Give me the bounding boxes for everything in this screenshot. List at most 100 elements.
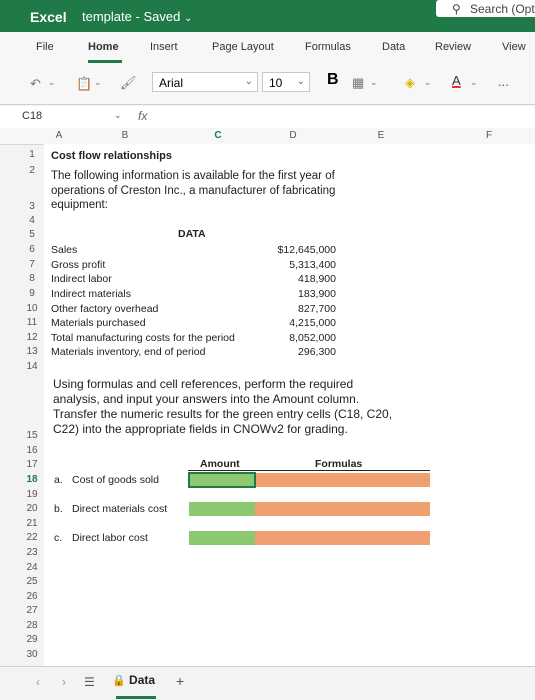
intro-text-line: operations of Creston Inc., a manufactur… — [51, 185, 336, 197]
save-status: Saved — [143, 9, 181, 24]
row-header[interactable]: 8 — [22, 273, 42, 284]
amount-entry-cell-c20[interactable] — [189, 502, 255, 516]
row-header[interactable]: 14 — [22, 361, 42, 372]
intro-text-line: The following information is available f… — [51, 170, 335, 182]
row-header[interactable]: 9 — [22, 288, 42, 299]
formula-cell[interactable] — [255, 531, 430, 545]
row-header[interactable]: 24 — [22, 562, 42, 573]
chevron-down-icon[interactable]: ⌄ — [370, 77, 378, 88]
tab-insert[interactable]: Insert — [150, 41, 178, 53]
column-header-b[interactable]: B — [110, 130, 140, 141]
tab-data[interactable]: Data — [382, 41, 405, 53]
amount-entry-cell-c22[interactable] — [189, 531, 255, 545]
lock-icon: 🔒 — [112, 675, 126, 687]
chevron-down-icon[interactable]: ⌄ — [114, 110, 122, 121]
question-label: Direct materials cost — [72, 503, 168, 515]
row-header[interactable]: 19 — [22, 489, 42, 500]
row-header[interactable]: 25 — [22, 576, 42, 587]
document-title: template — [82, 9, 132, 24]
formula-bar: C18 ⌄ fx — [0, 106, 535, 129]
data-label: Gross profit — [51, 259, 106, 271]
sheet-title: Cost flow relationships — [51, 150, 173, 162]
search-placeholder: Search (Opt — [470, 2, 535, 16]
instructions-line: Using formulas and cell references, perf… — [53, 377, 354, 391]
column-header-d[interactable]: D — [278, 130, 308, 141]
instructions-line: C22) into the appropriate fields in CNOW… — [53, 422, 348, 436]
tab-formulas[interactable]: Formulas — [305, 41, 351, 53]
row-header[interactable]: 20 — [22, 503, 42, 514]
tab-view[interactable]: View — [502, 41, 526, 53]
question-label: Direct labor cost — [72, 532, 148, 544]
row-header[interactable]: 13 — [22, 346, 42, 357]
column-header-e[interactable]: E — [366, 130, 396, 141]
row-header[interactable]: 18 — [22, 474, 42, 485]
row-header[interactable]: 22 — [22, 532, 42, 543]
row-header[interactable]: 16 — [22, 445, 42, 456]
column-headers: A B C D E F — [0, 128, 535, 145]
formula-cell[interactable] — [255, 473, 430, 487]
header-underline — [188, 470, 430, 471]
column-header-a[interactable]: A — [44, 130, 74, 141]
chevron-down-icon[interactable]: ⌄ — [48, 77, 56, 88]
row-header[interactable]: 5 — [22, 229, 42, 240]
sheet-tab-data[interactable]: 🔒 Data — [112, 673, 155, 687]
chevron-right-icon[interactable]: › — [62, 675, 66, 689]
row-header[interactable]: 10 — [22, 303, 42, 314]
intro-text-line: equipment: — [51, 199, 108, 211]
row-header[interactable]: 26 — [22, 591, 42, 602]
font-size-select[interactable]: 10 ⌄ — [262, 72, 310, 92]
fill-color-icon[interactable]: ◈ — [405, 75, 415, 91]
name-box[interactable]: C18 — [22, 110, 42, 122]
chevron-down-icon: ⌄ — [296, 76, 305, 87]
undo-icon[interactable]: ↶ — [30, 76, 41, 92]
column-header-c[interactable]: C — [203, 130, 233, 141]
chevron-down-icon[interactable]: ⌄ — [470, 77, 478, 88]
add-sheet-button[interactable]: + — [176, 673, 184, 689]
row-header[interactable]: 29 — [22, 634, 42, 645]
row-header[interactable]: 23 — [22, 547, 42, 558]
search-box[interactable]: ⚲ Search (Opt — [436, 0, 535, 17]
chevron-down-icon[interactable]: ⌄ — [424, 77, 432, 88]
borders-icon[interactable]: ▦ — [352, 75, 364, 91]
bold-button[interactable]: B — [327, 71, 339, 89]
column-header-f[interactable]: F — [474, 130, 504, 141]
title-bar: Excel template - Saved ⌄ ⚲ Search (Opt — [0, 0, 535, 32]
data-value: 418,900 — [298, 273, 336, 285]
amount-header: Amount — [200, 458, 240, 470]
chevron-left-icon[interactable]: ‹ — [36, 675, 40, 689]
row-header[interactable]: 21 — [22, 518, 42, 529]
clipboard-icon[interactable]: 📋 — [76, 76, 92, 92]
tab-file[interactable]: File — [36, 41, 54, 53]
row-header[interactable]: 28 — [22, 620, 42, 631]
question-letter: c. — [54, 532, 63, 544]
row-header[interactable]: 12 — [22, 332, 42, 343]
tab-page-layout[interactable]: Page Layout — [212, 41, 274, 53]
format-painter-icon[interactable]: 🖌 — [120, 75, 137, 91]
document-title-area[interactable]: template - Saved ⌄ — [82, 9, 192, 24]
font-name-select[interactable]: Arial ⌄ — [152, 72, 258, 92]
row-header[interactable]: 4 — [22, 215, 42, 226]
sheet-list-icon[interactable]: ☰ — [84, 675, 95, 689]
app-name: Excel — [30, 9, 67, 25]
formula-cell[interactable] — [255, 502, 430, 516]
row-header[interactable]: 15 — [22, 430, 42, 441]
data-label: Indirect materials — [51, 288, 131, 300]
row-header[interactable]: 6 — [22, 244, 42, 255]
font-color-icon[interactable]: A — [452, 73, 461, 88]
tab-review[interactable]: Review — [435, 41, 471, 53]
row-header[interactable]: 3 — [22, 201, 42, 212]
row-header[interactable]: 7 — [22, 259, 42, 270]
chevron-down-icon[interactable]: ⌄ — [94, 77, 102, 88]
row-header[interactable]: 30 — [22, 649, 42, 660]
worksheet-grid[interactable]: Cost flow relationships The following in… — [44, 144, 535, 666]
row-header[interactable]: 2 — [22, 165, 42, 176]
more-options-icon[interactable]: ... — [498, 74, 509, 89]
row-header[interactable]: 17 — [22, 459, 42, 470]
row-header[interactable]: 11 — [22, 317, 42, 328]
tab-home[interactable]: Home — [88, 41, 119, 53]
instructions-line: analysis, and input your answers into th… — [53, 392, 360, 406]
data-label: Materials inventory, end of period — [51, 346, 206, 358]
row-header[interactable]: 27 — [22, 605, 42, 616]
row-header[interactable]: 1 — [22, 149, 42, 160]
font-size-value: 10 — [269, 76, 283, 90]
